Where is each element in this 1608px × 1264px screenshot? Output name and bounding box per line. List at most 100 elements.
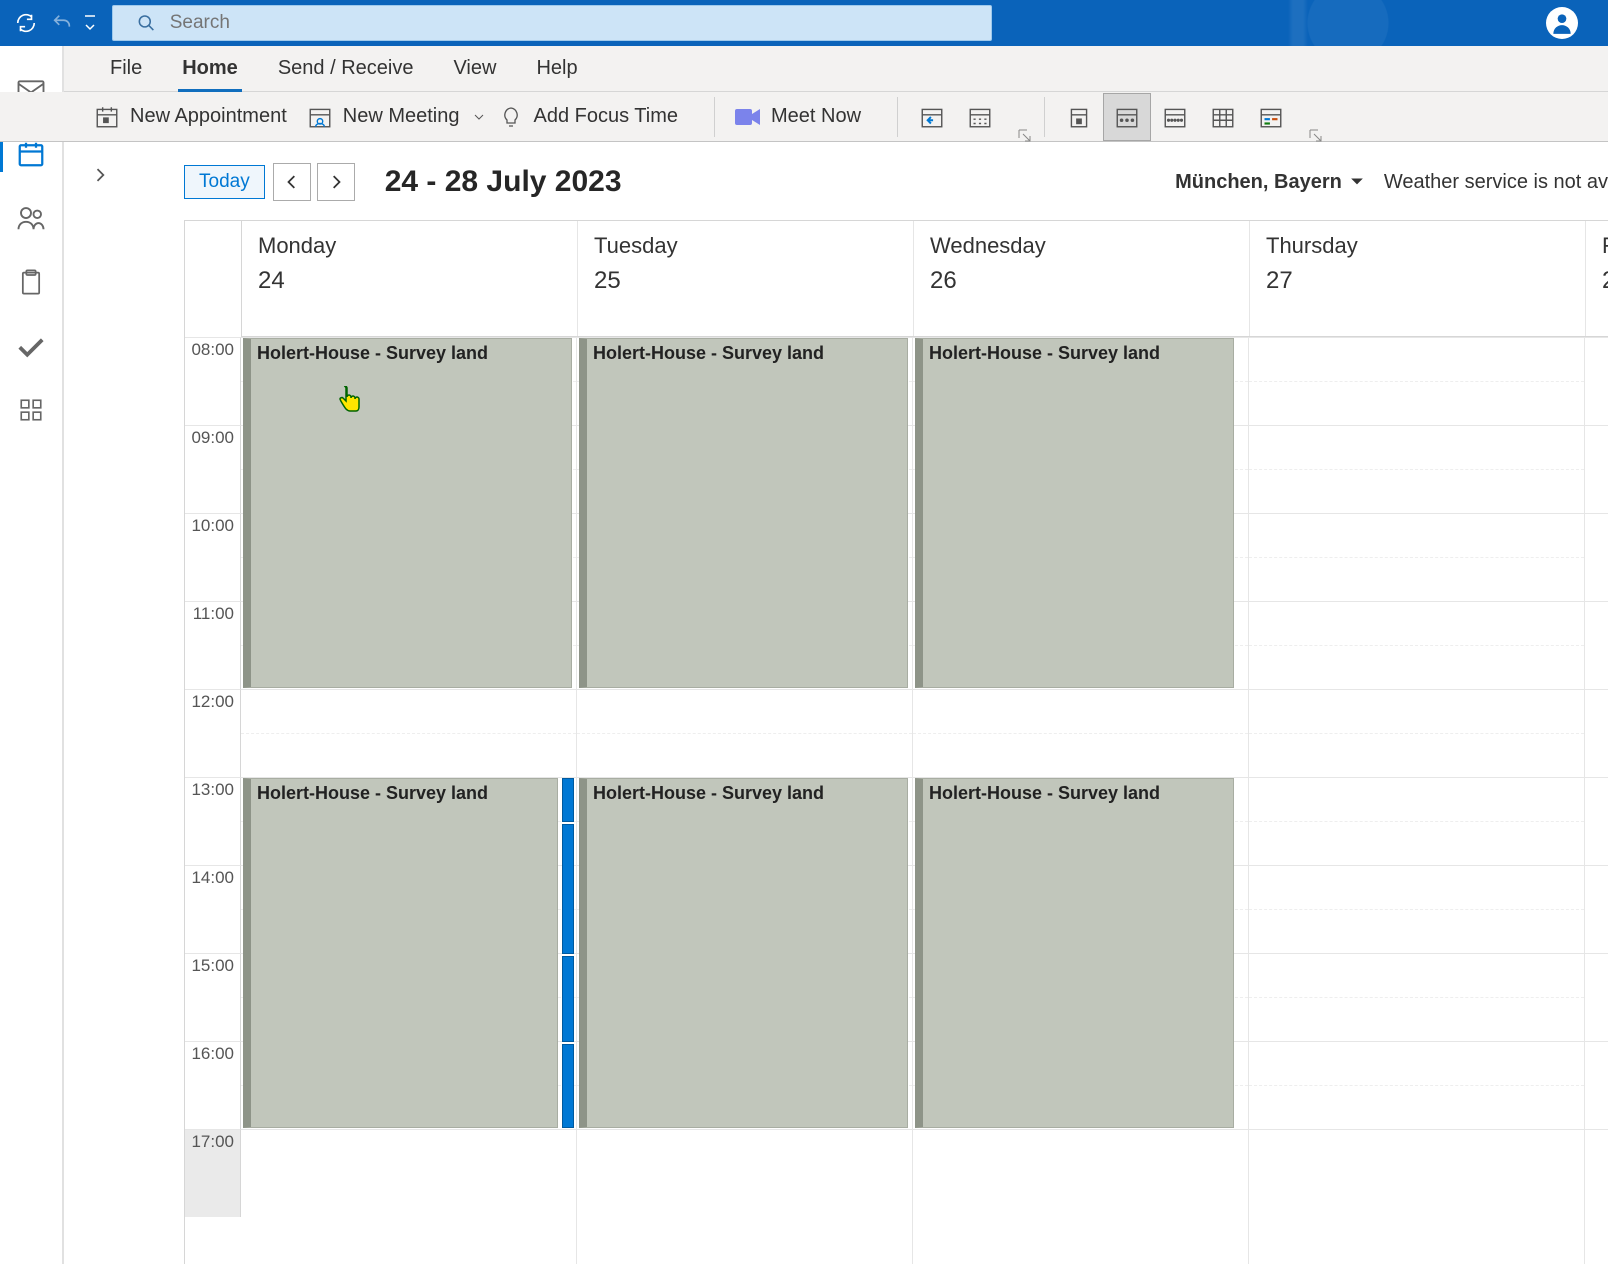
person-icon	[1549, 10, 1575, 36]
calendar-event[interactable]: Holert-House - Survey land	[243, 778, 558, 1128]
week-range-icon	[967, 104, 993, 130]
hour-label: 17:00	[185, 1129, 241, 1217]
weather-message: Weather service is not av	[1384, 171, 1608, 194]
week-view-button[interactable]	[1151, 93, 1199, 141]
check-icon	[16, 331, 46, 361]
busy-indicator[interactable]	[562, 824, 574, 954]
chevron-down-icon	[1350, 175, 1364, 189]
busy-indicator[interactable]	[562, 1044, 574, 1128]
apps-icon	[18, 397, 44, 423]
title-bar	[0, 0, 1608, 46]
goto-icon	[919, 104, 945, 130]
hour-label: 15:00	[185, 953, 241, 1041]
date-range: 24 - 28 July 2023	[385, 165, 622, 199]
tab-help[interactable]: Help	[516, 46, 597, 91]
search-input[interactable]	[170, 12, 991, 34]
day-num: 26	[930, 267, 1233, 295]
hour-label: 12:00	[185, 689, 241, 777]
ribbon-separator	[1044, 97, 1045, 137]
day-column-wednesday[interactable]: Holert-House - Survey land Holert-House …	[913, 337, 1249, 1264]
avatar[interactable]	[1546, 7, 1578, 39]
day-view-button[interactable]	[1055, 93, 1103, 141]
day-header-wednesday[interactable]: Wednesday 26	[914, 221, 1250, 336]
day-name: Tuesday	[594, 233, 897, 259]
day-column-monday[interactable]: Holert-House - Survey land Holert-House …	[241, 337, 577, 1264]
ribbon-tabs: File Home Send / Receive View Help	[0, 46, 1608, 92]
day-column-tuesday[interactable]: Holert-House - Survey land Holert-House …	[577, 337, 913, 1264]
prev-button[interactable]	[273, 163, 311, 201]
chevron-right-icon	[94, 168, 108, 182]
ribbon-group-new: New Appointment New Meeting Add Focus Ti…	[84, 92, 704, 141]
day-column-friday[interactable]	[1585, 337, 1608, 1264]
ribbon-separator	[714, 97, 715, 137]
undo-icon[interactable]	[44, 5, 80, 41]
tab-file[interactable]: File	[90, 46, 162, 91]
new-meeting-dropdown[interactable]	[469, 111, 489, 123]
calendar-event[interactable]: Holert-House - Survey land	[243, 338, 572, 688]
busy-indicator[interactable]	[562, 778, 574, 822]
next-button[interactable]	[317, 163, 355, 201]
schedule-icon	[1258, 104, 1284, 130]
calendar-icon	[16, 139, 46, 169]
new-meeting-button[interactable]: New Meeting	[297, 97, 470, 137]
group-launcher-icon[interactable]	[1309, 129, 1323, 143]
next-7-days-button[interactable]	[956, 93, 1004, 141]
hour-label: 11:00	[185, 601, 241, 689]
new-appointment-button[interactable]: New Appointment	[84, 97, 297, 137]
meet-now-label: Meet Now	[771, 105, 861, 128]
hour-label: 08:00	[185, 337, 241, 425]
qat-dropdown-icon[interactable]	[80, 12, 100, 34]
calendar-event[interactable]: Holert-House - Survey land	[579, 338, 908, 688]
work-week-view-button[interactable]	[1103, 93, 1151, 141]
people-rail-button[interactable]	[7, 194, 55, 242]
ribbon-group-goto	[908, 92, 1034, 141]
apps-rail-button[interactable]	[7, 386, 55, 434]
hour-label: 10:00	[185, 513, 241, 601]
chevron-left-icon	[285, 175, 299, 189]
day-header-friday[interactable]: F 2	[1586, 221, 1608, 336]
nav-pane-toggle[interactable]	[94, 168, 108, 187]
todo-rail-button[interactable]	[7, 322, 55, 370]
bulb-icon	[499, 105, 523, 129]
day-header-monday[interactable]: Monday 24	[242, 221, 578, 336]
hour-label: 16:00	[185, 1041, 241, 1129]
clipboard-icon	[17, 268, 45, 296]
calendar-grid: Monday 24 Tuesday 25 Wednesday 26 Thursd…	[184, 220, 1608, 1264]
search-box[interactable]	[112, 5, 992, 41]
day-column-thursday[interactable]	[1249, 337, 1585, 1264]
day-header-tuesday[interactable]: Tuesday 25	[578, 221, 914, 336]
hour-label: 14:00	[185, 865, 241, 953]
month-view-button[interactable]	[1199, 93, 1247, 141]
goto-date-button[interactable]	[908, 93, 956, 141]
people-icon	[16, 203, 46, 233]
day-num: 25	[594, 267, 897, 295]
add-focus-label: Add Focus Time	[533, 105, 678, 128]
tab-sendreceive[interactable]: Send / Receive	[258, 46, 434, 91]
tab-home[interactable]: Home	[162, 46, 258, 91]
busy-indicator[interactable]	[562, 956, 574, 1042]
weather-location[interactable]: München, Bayern	[1175, 171, 1364, 194]
ribbon-group-arrange	[1055, 92, 1325, 141]
calendar-event[interactable]: Holert-House - Survey land	[915, 778, 1234, 1128]
tasks-rail-button[interactable]	[7, 258, 55, 306]
calendar-main: Today 24 - 28 July 2023 München, Bayern …	[64, 142, 1608, 1264]
chevron-down-icon	[473, 111, 485, 123]
month-icon	[1210, 104, 1236, 130]
tab-view[interactable]: View	[433, 46, 516, 91]
group-launcher-icon[interactable]	[1018, 129, 1032, 143]
sync-icon[interactable]	[8, 5, 44, 41]
week-icon	[1162, 104, 1188, 130]
ribbon-separator	[897, 97, 898, 137]
add-focus-button[interactable]: Add Focus Time	[489, 97, 688, 137]
calendar-event[interactable]: Holert-House - Survey land	[915, 338, 1234, 688]
calendar-header: Today 24 - 28 July 2023 München, Bayern …	[184, 152, 1608, 212]
day-num: 24	[258, 267, 561, 295]
new-meeting-label: New Meeting	[343, 105, 460, 128]
day-name: Thursday	[1266, 233, 1569, 259]
today-button[interactable]: Today	[184, 165, 265, 199]
calendar-event[interactable]: Holert-House - Survey land	[579, 778, 908, 1128]
meet-now-button[interactable]: Meet Now	[725, 97, 871, 137]
schedule-view-button[interactable]	[1247, 93, 1295, 141]
day-header-thursday[interactable]: Thursday 27	[1250, 221, 1586, 336]
day-num: 27	[1266, 267, 1569, 295]
